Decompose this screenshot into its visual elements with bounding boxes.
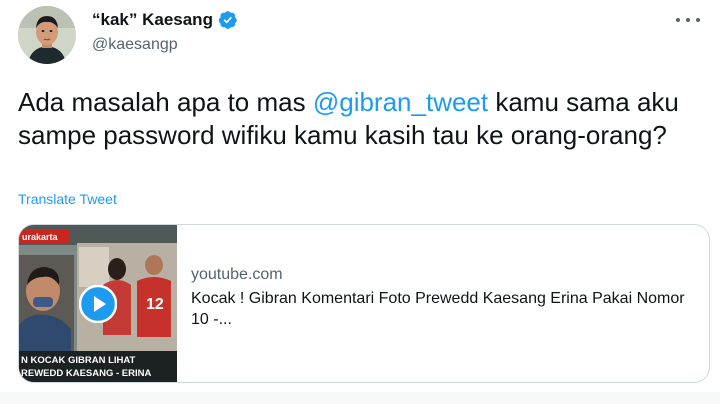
author-name-row[interactable]: “kak” Kaesang (92, 10, 238, 30)
video-thumbnail[interactable]: urakarta 12 N KOCAK GIBRAN LIHAT REWEDD … (19, 225, 177, 382)
divider (0, 392, 720, 404)
avatar-image (18, 6, 76, 64)
play-icon[interactable] (79, 285, 117, 323)
card-title[interactable]: Kocak ! Gibran Komentari Foto Prewedd Ka… (191, 288, 691, 330)
more-options-icon[interactable] (676, 10, 700, 30)
handle[interactable]: @kaesangp (92, 36, 178, 54)
mention-link[interactable]: @gibran_tweet (313, 87, 488, 117)
card-body[interactable]: youtube.com Kocak ! Gibran Komentari Fot… (191, 266, 691, 330)
tweet: “kak” Kaesang @kaesangp Ada masalah apa … (0, 0, 720, 404)
translate-tweet-link[interactable]: Translate Tweet (18, 191, 117, 207)
tweet-text: Ada masalah apa to mas @gibran_tweet kam… (18, 86, 708, 152)
tweet-text-part: Ada masalah apa to mas (18, 87, 313, 117)
avatar[interactable] (18, 6, 76, 64)
verified-badge-icon (218, 11, 237, 29)
jersey-number: 12 (146, 296, 164, 313)
display-name[interactable]: “kak” Kaesang (92, 10, 213, 30)
thumb-caption-line1: N KOCAK GIBRAN LIHAT (21, 355, 136, 366)
thumb-caption-line2: REWEDD KAESANG - ERINA (21, 368, 152, 379)
card-domain: youtube.com (191, 266, 283, 283)
thumb-tag: urakarta (22, 232, 59, 242)
link-preview-card[interactable]: urakarta 12 N KOCAK GIBRAN LIHAT REWEDD … (18, 224, 710, 383)
